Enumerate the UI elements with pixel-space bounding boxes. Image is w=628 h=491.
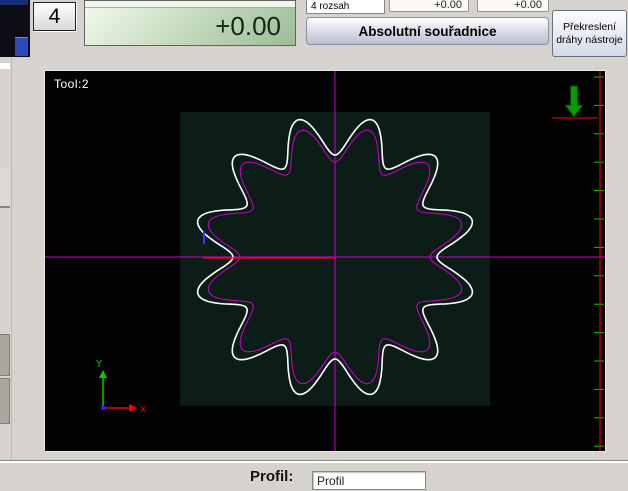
coordinate-value-2: +0.00 [477,0,549,12]
lcd-upper-strip [85,1,295,8]
absolute-coordinates-label: Absolutní souřadnice [306,17,549,45]
coordinate-value-1: +0.00 [389,0,469,12]
profile-label: Profil: [250,468,294,485]
position-lcd-display: +0.00 [84,0,296,46]
lcd-value: +0.00 [85,8,295,45]
fragment-icon [15,37,28,56]
redraw-toolpath-button[interactable]: Překreslení dráhy nástroje [552,10,627,57]
left-panel-button-fragment-2 [0,334,10,376]
plot-area: Yx Tool:2 [45,71,605,451]
x-axis-arrowhead [129,404,137,412]
profile-input[interactable] [312,471,426,490]
bottom-bar: Profil: [0,463,628,491]
tool-number-display: 4 [33,2,76,31]
x-axis-label: x [140,404,146,415]
range-label: 4 rozsah [306,0,385,14]
left-panel-button-fragment-1 [0,168,10,208]
tool-label: Tool:2 [54,77,90,91]
origin-marker [101,406,105,410]
background-window-fragment [0,0,30,57]
left-panel-button-fragment-3 [0,378,10,424]
fragment-titlebar [0,0,28,5]
y-axis-label: Y [95,359,103,370]
left-panel-notch [0,63,10,69]
y-axis-arrowhead [99,370,107,378]
toolpath-canvas[interactable]: Yx Tool:2 [44,70,606,452]
toolpath-plot: Yx [45,71,605,451]
plunge-arrow-icon [564,85,584,118]
